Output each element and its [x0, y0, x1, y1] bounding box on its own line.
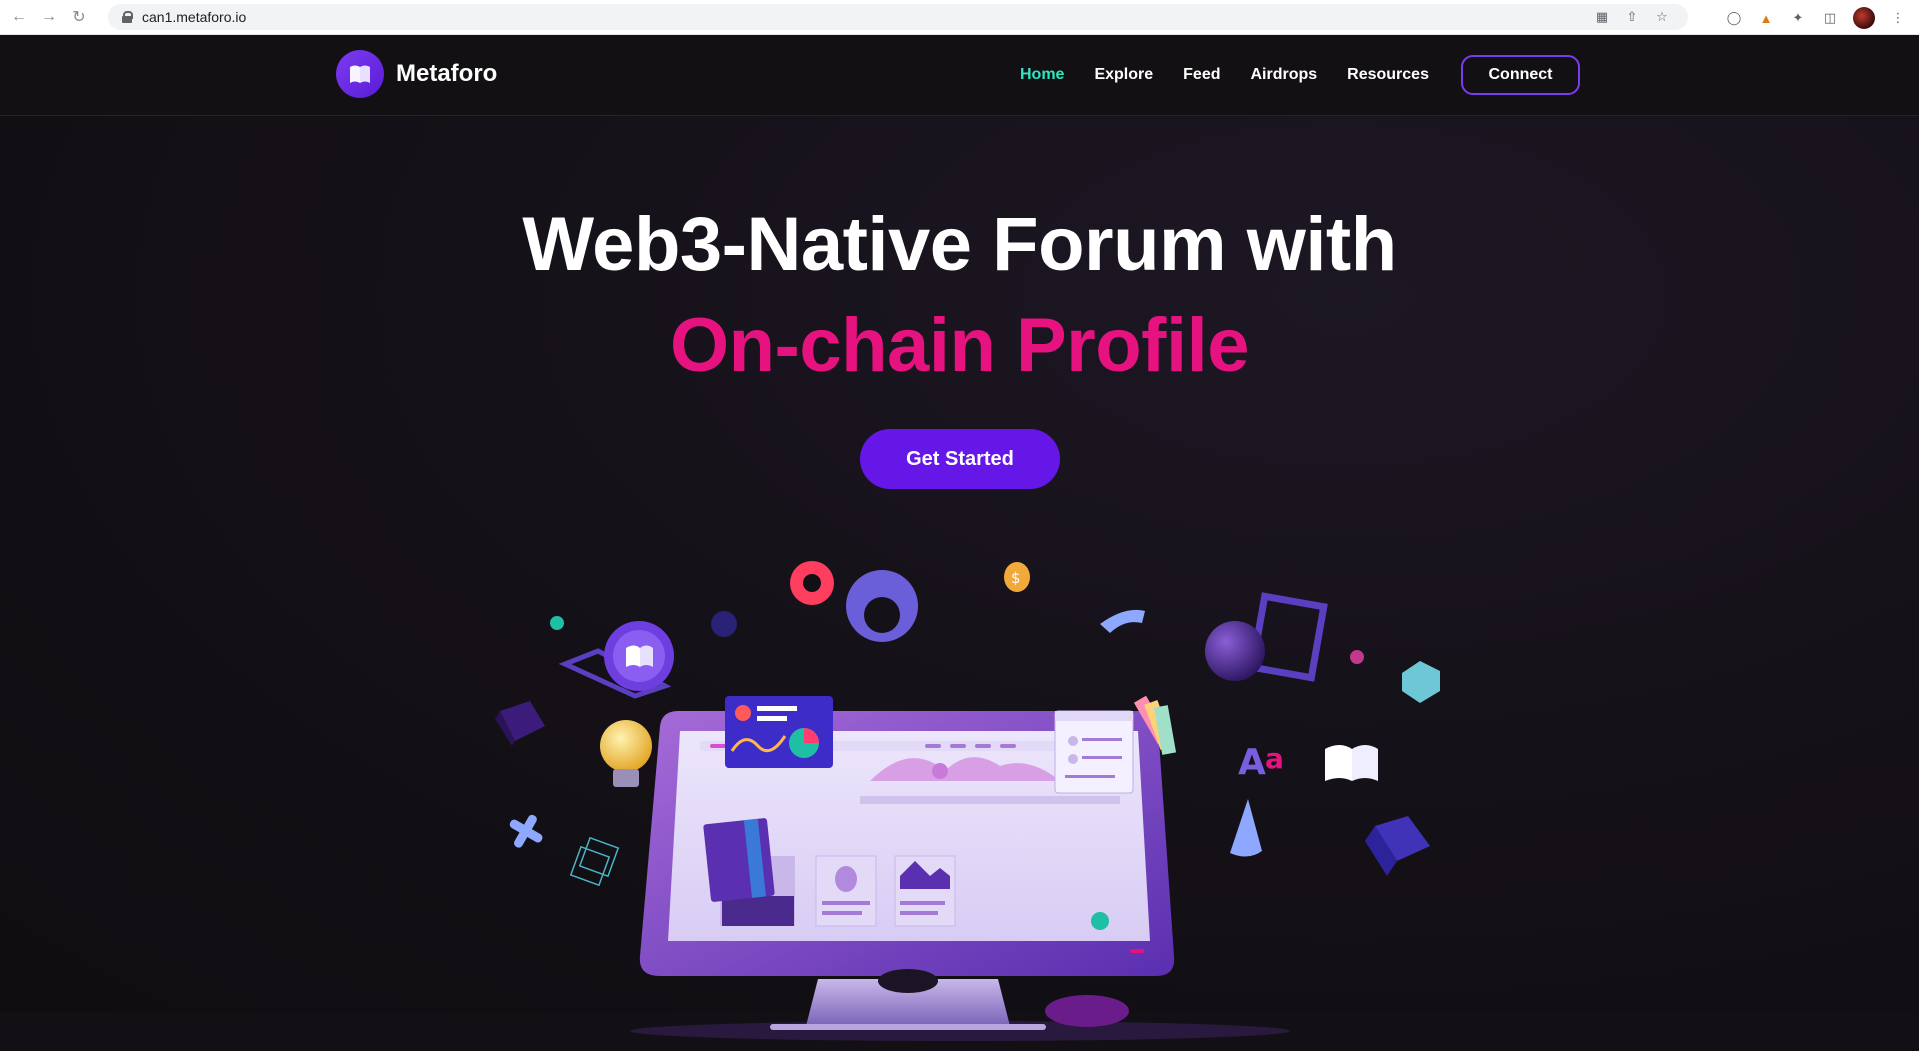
- address-bar[interactable]: can1.metaforo.io ▦ ⇧ ☆: [108, 4, 1688, 30]
- logo[interactable]: Metaforo: [336, 50, 497, 98]
- menu-dots-icon[interactable]: ⋮: [1889, 9, 1907, 27]
- back-icon[interactable]: ←: [8, 6, 30, 28]
- hero-section: Web3-Native Forum with On-chain Profile …: [0, 116, 1919, 1041]
- notebook-icon: [703, 818, 775, 902]
- lightbulb-icon: [600, 720, 652, 787]
- dot-icon: [711, 611, 737, 637]
- metaforo-badge-icon: [558, 621, 674, 699]
- sphere-icon: [1205, 592, 1328, 682]
- hero-title: Web3-Native Forum with: [522, 202, 1397, 287]
- profile-avatar[interactable]: [1853, 7, 1875, 29]
- site-header: Metaforo Home Explore Feed Airdrops Reso…: [0, 35, 1919, 116]
- floating-window-icon: [1054, 710, 1134, 794]
- connect-button[interactable]: Connect: [1460, 55, 1580, 95]
- lock-icon: [122, 11, 133, 23]
- cone-icon: [1230, 799, 1262, 857]
- gear-icon: [790, 561, 918, 642]
- nav-airdrops[interactable]: Airdrops: [1250, 66, 1317, 84]
- cross-icon: [509, 814, 543, 848]
- cube-icon: [1365, 816, 1430, 876]
- coin-icon: $: [1004, 562, 1030, 592]
- wireframe-cube-icon: [569, 836, 620, 887]
- arc-icon: [1100, 609, 1145, 633]
- hero-illustration: 👍: [495, 561, 1440, 1041]
- nav-explore[interactable]: Explore: [1094, 66, 1153, 84]
- nav-feed[interactable]: Feed: [1183, 66, 1220, 84]
- cube-icon: [495, 701, 545, 746]
- metaforo-block-icon: [1325, 745, 1378, 781]
- svg-text:a: a: [1265, 742, 1284, 775]
- metaforo-logo-icon: [336, 50, 384, 98]
- share-icon[interactable]: ⇧: [1624, 9, 1640, 25]
- bookmark-star-icon[interactable]: ☆: [1654, 9, 1670, 25]
- mouse-icon: [1045, 995, 1129, 1027]
- metamask-fox-icon[interactable]: ▲: [1757, 9, 1775, 27]
- puzzle-icon[interactable]: ✦: [1789, 9, 1807, 27]
- sidepanel-icon[interactable]: ◫: [1821, 9, 1839, 27]
- dashboard-card-icon: [725, 696, 833, 768]
- reload-icon[interactable]: ↻: [68, 6, 90, 28]
- dot-icon: [1350, 650, 1364, 664]
- translate-icon[interactable]: ▦: [1594, 9, 1610, 25]
- nav-home[interactable]: Home: [1020, 66, 1064, 84]
- typography-icon: A a: [1238, 742, 1284, 783]
- svg-text:$: $: [1011, 569, 1021, 587]
- url-text: can1.metaforo.io: [142, 9, 247, 25]
- forward-icon[interactable]: →: [38, 6, 60, 28]
- logo-text: Metaforo: [396, 60, 498, 87]
- get-started-button[interactable]: Get Started: [860, 429, 1060, 489]
- extension-icon[interactable]: ◯: [1725, 9, 1743, 27]
- dot-icon: [550, 616, 564, 630]
- main-nav: Home Explore Feed Airdrops Resources Con…: [1020, 55, 1580, 95]
- gem-icon: [1402, 661, 1440, 703]
- nav-resources[interactable]: Resources: [1347, 66, 1429, 84]
- hero-subtitle: On-chain Profile: [670, 303, 1249, 388]
- svg-text:A: A: [1238, 742, 1266, 783]
- browser-toolbar: ← → ↻ can1.metaforo.io ▦ ⇧ ☆ ◯ ▲ ✦ ◫ ⋮: [0, 0, 1919, 35]
